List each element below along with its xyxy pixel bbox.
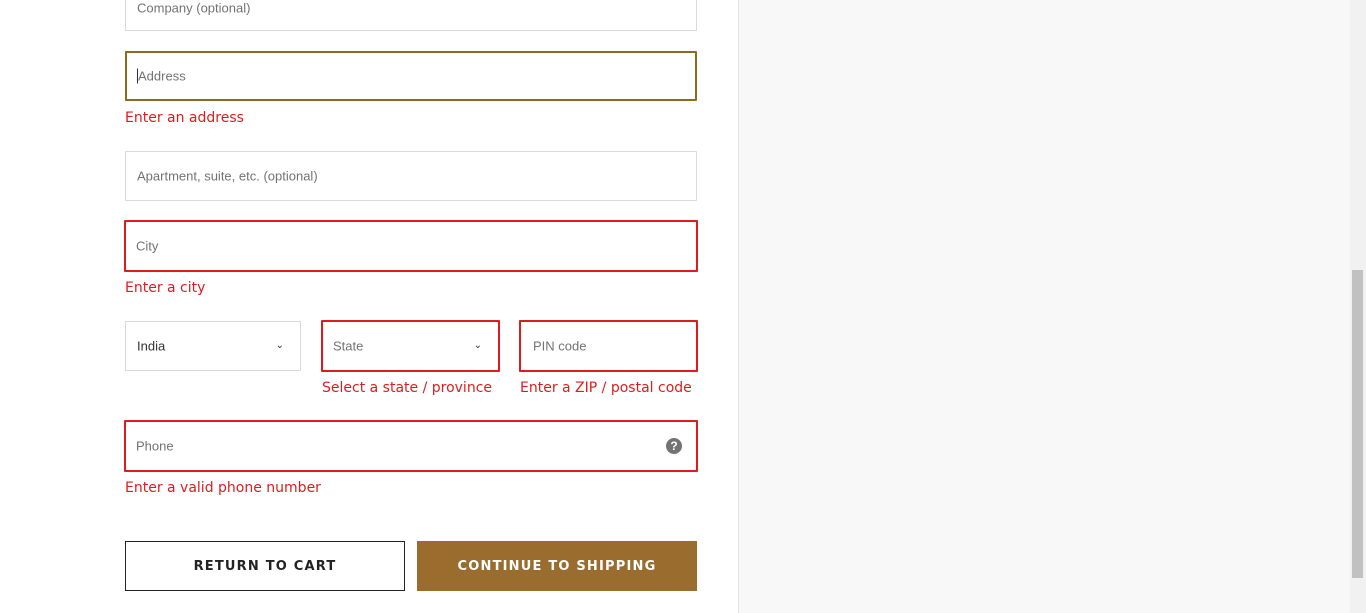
city-field[interactable]: City bbox=[124, 220, 698, 272]
country-select[interactable]: India ⌄ bbox=[125, 321, 301, 371]
apartment-placeholder: Apartment, suite, etc. (optional) bbox=[137, 168, 318, 184]
checkout-form-panel: Company (optional) Address Enter an addr… bbox=[0, 0, 738, 613]
phone-placeholder: Phone bbox=[136, 438, 174, 454]
chevron-down-icon: ⌄ bbox=[473, 339, 482, 351]
scrollbar-thumb[interactable] bbox=[1352, 270, 1363, 578]
company-field[interactable]: Company (optional) bbox=[125, 0, 697, 31]
apartment-field[interactable]: Apartment, suite, etc. (optional) bbox=[125, 151, 697, 201]
continue-to-shipping-button[interactable]: CONTINUE TO SHIPPING bbox=[417, 541, 697, 591]
return-to-cart-button[interactable]: RETURN TO CART bbox=[125, 541, 405, 591]
city-placeholder: City bbox=[136, 238, 159, 254]
country-value: India bbox=[137, 338, 166, 354]
state-error: Select a state / province bbox=[322, 380, 493, 396]
pin-error: Enter a ZIP / postal code bbox=[520, 380, 692, 396]
address-error: Enter an address bbox=[125, 110, 244, 126]
state-placeholder: State bbox=[333, 338, 364, 354]
pin-placeholder: PIN code bbox=[533, 338, 587, 354]
state-select[interactable]: State ⌄ bbox=[321, 320, 500, 372]
chevron-down-icon: ⌄ bbox=[275, 339, 284, 351]
help-icon[interactable]: ? bbox=[666, 438, 682, 454]
order-summary-panel bbox=[738, 0, 1351, 613]
address-placeholder: Address bbox=[137, 68, 186, 84]
city-error: Enter a city bbox=[125, 280, 206, 296]
pin-field[interactable]: PIN code bbox=[519, 320, 698, 372]
phone-field[interactable]: Phone ? bbox=[124, 420, 698, 472]
address-field[interactable]: Address bbox=[125, 51, 697, 101]
phone-error: Enter a valid phone number bbox=[125, 480, 321, 496]
company-placeholder: Company (optional) bbox=[137, 0, 251, 16]
